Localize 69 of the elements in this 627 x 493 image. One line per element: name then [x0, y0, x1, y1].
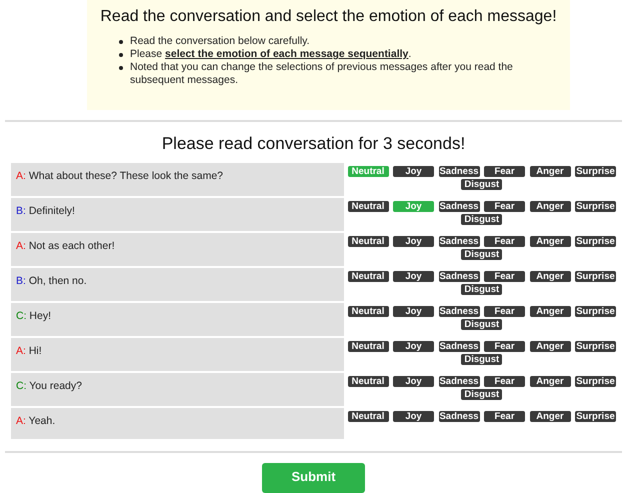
emotion-button[interactable]: Anger — [530, 271, 570, 282]
emotion-button[interactable]: Surprise — [575, 306, 616, 318]
message-cell: A: What about these? These look the same? — [11, 163, 344, 196]
emotion-button[interactable]: Surprise — [575, 236, 616, 248]
prompt-heading: Please read conversation for 3 seconds! — [160, 133, 466, 156]
instructions-title: Read the conversation and select the emotion of each message! — [99, 7, 558, 27]
emotion-button[interactable]: Anger — [530, 201, 570, 212]
emotion-button[interactable]: Fear — [484, 201, 525, 212]
emotion-button[interactable]: Joy — [393, 411, 434, 422]
emotion-button[interactable]: Fear — [484, 341, 525, 352]
emotion-button[interactable]: Surprise — [575, 376, 616, 388]
emotion-button[interactable]: Surprise — [575, 166, 616, 178]
message-cell: C: Hey! — [11, 303, 344, 336]
emotion-button[interactable]: Anger — [530, 376, 570, 388]
emotion-button[interactable]: Disgust — [461, 319, 502, 330]
emotion-button[interactable]: Sadness — [438, 341, 480, 352]
emotion-button[interactable]: Sadness — [438, 201, 480, 212]
emotion-button[interactable]: Joy — [393, 236, 434, 248]
emotion-button[interactable]: Neutral — [348, 271, 388, 282]
bullet-icon — [119, 40, 123, 44]
bullet-icon — [119, 53, 123, 57]
emotion-button[interactable]: Surprise — [575, 201, 616, 212]
emotion-button[interactable]: Sadness — [438, 376, 480, 388]
emotion-button[interactable]: Joy — [393, 271, 434, 282]
message-cell: A: Hi! — [11, 338, 344, 372]
emotion-button[interactable]: Neutral — [348, 411, 388, 422]
emotion-button[interactable]: Sadness — [438, 236, 480, 248]
emotion-button[interactable]: Neutral — [348, 201, 388, 212]
emotion-button[interactable]: Joy — [393, 376, 434, 388]
emotion-button[interactable]: Sadness — [438, 411, 480, 422]
message-cell: A: Not as each other! — [11, 233, 344, 266]
emotion-button[interactable]: Disgust — [461, 214, 502, 226]
instruction-text: Noted that you can change the selections of previous messages after you read the subsequent messages. — [130, 61, 514, 87]
emotion-button[interactable]: Sadness — [438, 306, 480, 318]
emotion-button[interactable]: Fear — [484, 306, 525, 318]
emotion-button[interactable]: Anger — [530, 411, 570, 422]
emotion-button[interactable]: Fear — [484, 411, 525, 422]
emotion-button[interactable]: Fear — [484, 271, 525, 282]
emotion-button[interactable]: Fear — [484, 166, 525, 178]
emotion-button[interactable]: Disgust — [461, 284, 502, 296]
bullet-icon — [119, 66, 123, 70]
emotion-button[interactable]: Neutral — [348, 236, 388, 248]
emotion-button[interactable]: Disgust — [461, 179, 502, 190]
emotion-button[interactable]: Anger — [530, 341, 570, 352]
message-cell: B: Oh, then no. — [11, 268, 344, 302]
message-cell: A: Yeah. — [11, 408, 344, 440]
emotion-button[interactable]: Fear — [484, 376, 525, 388]
emotion-button[interactable]: Joy — [393, 341, 434, 352]
emotion-button[interactable]: Joy — [393, 306, 434, 318]
emotion-button[interactable]: Disgust — [461, 389, 502, 400]
emotion-button[interactable]: Fear — [484, 236, 525, 248]
emotion-button[interactable]: Sadness — [438, 166, 480, 178]
emotion-button[interactable]: Sadness — [438, 271, 480, 282]
emotion-button[interactable]: Joy — [393, 166, 434, 178]
emotion-button[interactable]: Surprise — [575, 341, 616, 352]
emotion-button[interactable]: Anger — [530, 166, 570, 178]
emotion-button[interactable]: Surprise — [575, 271, 616, 282]
emotion-button[interactable]: Anger — [530, 236, 570, 248]
emotion-button[interactable]: Neutral — [348, 341, 388, 352]
emotion-button[interactable]: Disgust — [461, 354, 502, 366]
emotion-button[interactable]: Neutral — [348, 376, 388, 388]
instruction-text: Please select the emotion of each message sequentially. — [130, 48, 412, 61]
emotion-button[interactable]: Surprise — [575, 411, 616, 422]
message-cell: C: You ready? — [11, 373, 344, 406]
emotion-button[interactable]: Disgust — [461, 249, 502, 260]
message-cell: B: Definitely! — [11, 198, 344, 232]
emotion-button[interactable]: Anger — [530, 306, 570, 318]
instruction-text: Read the conversation below carefully. — [130, 35, 310, 48]
emotion-button[interactable]: Neutral — [348, 306, 388, 318]
